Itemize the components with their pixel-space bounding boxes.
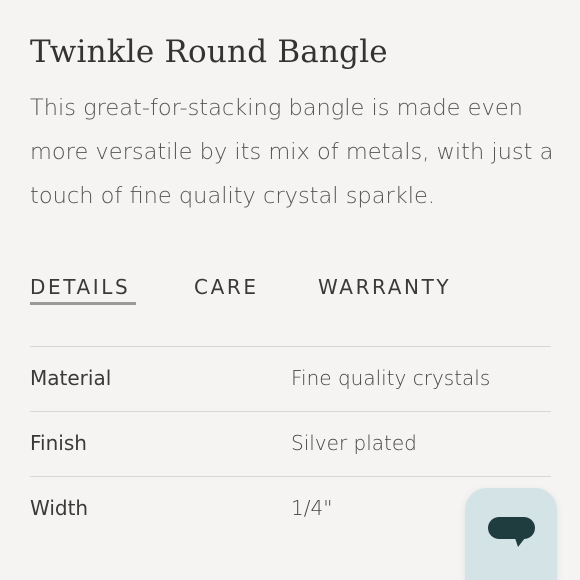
spec-row-finish: Finish Silver plated: [30, 411, 551, 476]
spec-value: Silver plated: [291, 431, 417, 455]
tab-details[interactable]: DETAILS: [30, 270, 130, 304]
spec-label: Width: [30, 496, 89, 520]
product-description: This great-for-stacking bangle is made e…: [30, 95, 554, 209]
chat-widget-button[interactable]: [465, 488, 557, 580]
spec-label: Material: [30, 366, 112, 390]
spec-row-material: Material Fine quality crystals: [30, 346, 551, 411]
tab-care[interactable]: CARE: [194, 270, 259, 304]
product-title: Twinkle Round Bangle: [30, 34, 388, 70]
spec-value: 1/4": [291, 496, 333, 520]
active-tab-indicator: [30, 302, 136, 305]
spec-label: Finish: [30, 431, 87, 455]
chat-bubble-icon: [488, 517, 535, 547]
tab-warranty[interactable]: WARRANTY: [318, 270, 451, 304]
spec-value: Fine quality crystals: [291, 366, 491, 390]
